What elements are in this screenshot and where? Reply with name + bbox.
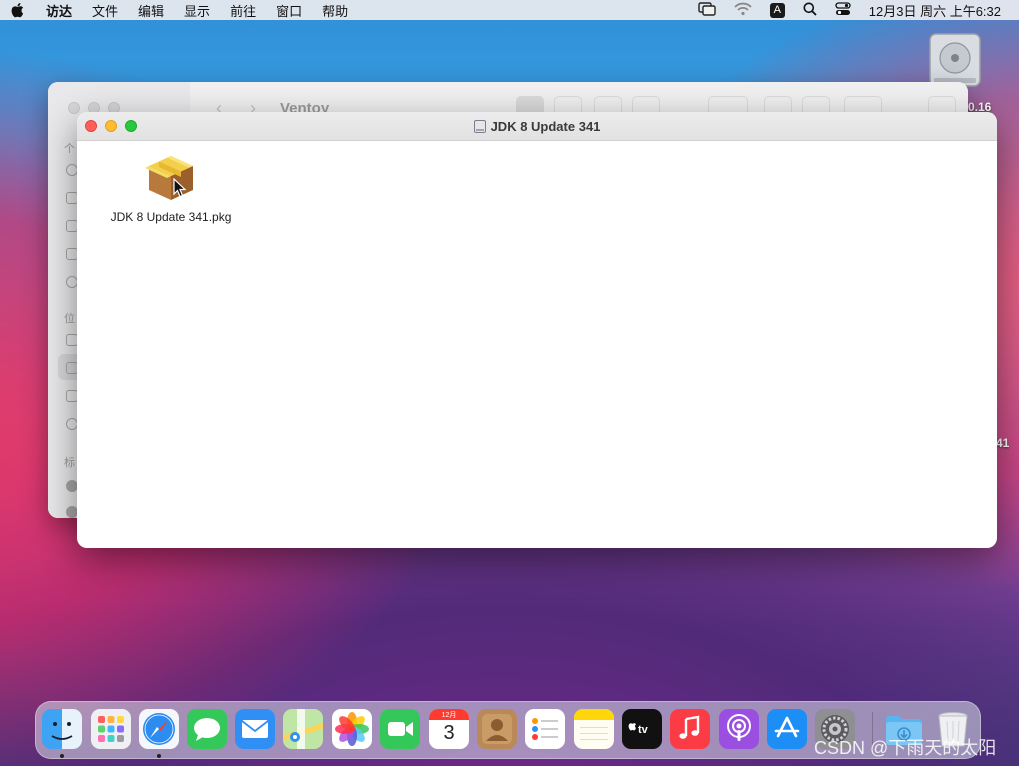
desktop-side-label: 41 [996, 436, 1010, 450]
menu-clock[interactable]: 12月3日 周六 上午6:32 [869, 1, 1001, 20]
menu-edit[interactable]: 编辑 [138, 1, 164, 20]
dock-reminders-icon[interactable] [525, 709, 565, 749]
dock-music-icon[interactable] [670, 709, 710, 749]
dock-contacts-icon[interactable] [477, 709, 517, 749]
mouse-cursor-icon [173, 177, 187, 198]
dock-facetime-icon[interactable] [380, 709, 420, 749]
menu-bar: 访达 文件 编辑 显示 前往 窗口 帮助 A 12月3日 周六 上午6:32 [0, 0, 1019, 20]
dock-maps-icon[interactable] [283, 709, 323, 749]
dock-notes-icon[interactable] [574, 709, 614, 749]
dock-finder-icon[interactable] [42, 709, 82, 749]
spotlight-search-icon[interactable] [803, 2, 817, 19]
sidebar-heading-favorites: 个 [64, 143, 75, 155]
dock-calendar-icon[interactable]: 12月 3 [429, 709, 469, 749]
dock-app-store-icon[interactable] [767, 709, 807, 749]
dock-launchpad-icon[interactable] [91, 709, 131, 749]
menu-file[interactable]: 文件 [92, 1, 118, 20]
input-method-badge[interactable]: A [769, 2, 785, 18]
dock-podcasts-icon[interactable] [719, 709, 759, 749]
menu-go[interactable]: 前往 [230, 1, 256, 20]
calendar-month-label: 12月 [441, 712, 457, 719]
menu-view[interactable]: 显示 [184, 1, 210, 20]
dock-safari-icon[interactable] [139, 709, 179, 749]
file-name-label: JDK 8 Update 341.pkg [110, 210, 232, 224]
front-window-title: JDK 8 Update 341 [490, 118, 601, 134]
package-icon[interactable] [145, 152, 197, 204]
menu-app-name[interactable]: 访达 [46, 1, 72, 20]
desktop-disk-icon[interactable] [926, 32, 984, 88]
dock-mail-icon[interactable] [235, 709, 275, 749]
wifi-icon[interactable] [734, 2, 752, 19]
sidebar-heading-locations: 位 [64, 313, 75, 325]
dock-photos-icon[interactable] [332, 709, 372, 749]
file-item-pkg[interactable]: JDK 8 Update 341.pkg [101, 152, 241, 224]
screen-mirroring-icon[interactable] [698, 1, 716, 19]
finder-running-dot [60, 754, 64, 758]
disk-image-icon [473, 119, 486, 133]
menu-help[interactable]: 帮助 [322, 1, 348, 20]
dock-messages-icon[interactable] [187, 709, 227, 749]
watermark-text: CSDN @下雨天的太阳 [814, 738, 997, 758]
safari-running-dot [157, 754, 161, 758]
svg-text:tv: tv [638, 724, 649, 736]
front-titlebar[interactable]: JDK 8 Update 341 [77, 112, 997, 141]
dock-apple-tv-icon[interactable]: tv [622, 709, 662, 749]
control-center-icon[interactable] [835, 1, 851, 19]
menu-window[interactable]: 窗口 [276, 1, 302, 20]
front-finder-window[interactable]: JDK 8 Update 341 JDK 8 Update 341.pkg [77, 112, 997, 548]
apple-menu-icon[interactable] [10, 2, 24, 18]
sidebar-heading-tags: 标 [64, 457, 75, 469]
calendar-day-label: 3 [443, 722, 455, 744]
